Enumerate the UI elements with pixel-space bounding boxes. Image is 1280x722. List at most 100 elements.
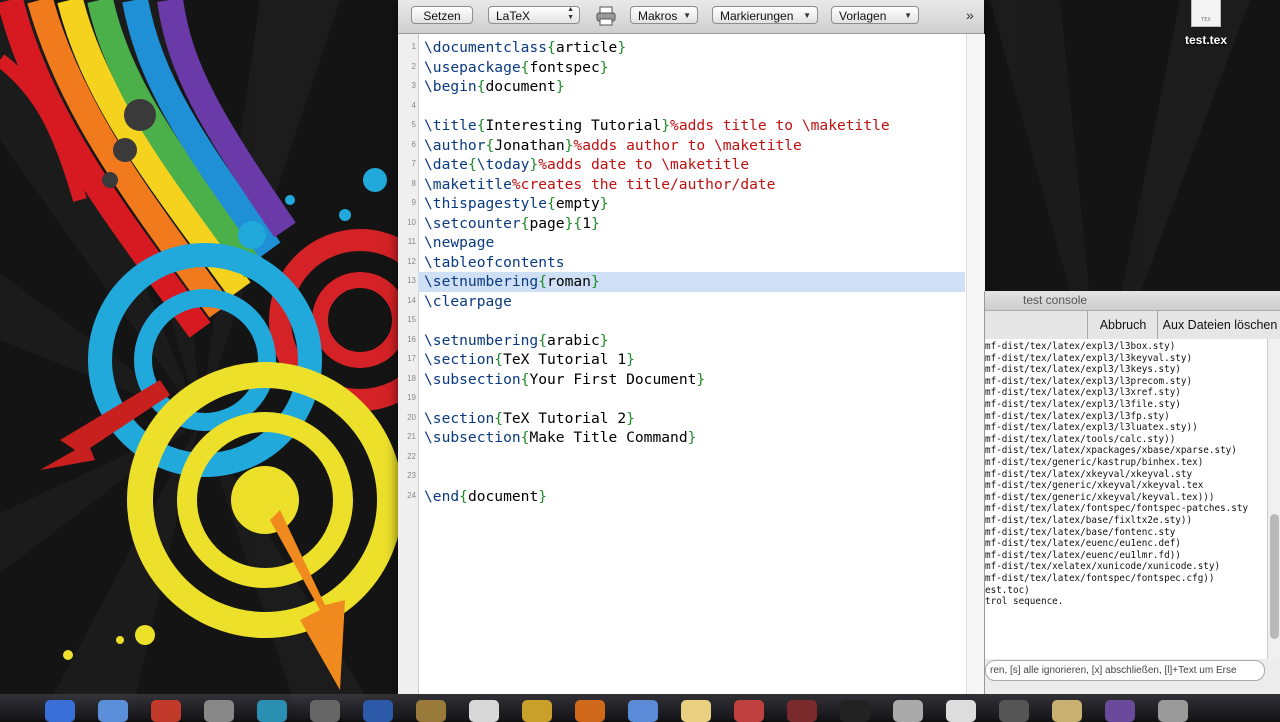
code-line[interactable]: 15 bbox=[407, 311, 965, 331]
code-line[interactable]: 9 \thispagestyle{empty} bbox=[412, 194, 965, 214]
delete-aux-button[interactable]: Aux Dateien löschen bbox=[1157, 311, 1280, 339]
code-line-text: \section{TeX Tutorial 2} bbox=[424, 409, 635, 427]
toolbar-overflow-icon[interactable]: » bbox=[966, 7, 974, 23]
mail-icon[interactable] bbox=[628, 700, 658, 722]
code-line[interactable]: 19 bbox=[407, 389, 965, 409]
code-line[interactable]: 6 \author{Jonathan}%adds author to \maket… bbox=[412, 136, 965, 156]
macros-menu[interactable]: Makros ▼ bbox=[630, 6, 698, 24]
preview-icon[interactable] bbox=[257, 700, 287, 722]
console-input-field[interactable]: ren, [s] alle ignorieren, [x] abschließe… bbox=[985, 660, 1265, 681]
console-scroll-thumb[interactable] bbox=[1270, 514, 1279, 639]
console-log-line: mf-dist/tex/latex/base/fontenc.sty bbox=[985, 526, 1176, 538]
notes-icon[interactable] bbox=[681, 700, 711, 722]
code-line[interactable]: 2 \usepackage{fontspec} bbox=[412, 58, 965, 78]
code-line[interactable]: 22 bbox=[407, 448, 965, 468]
line-number: 13 bbox=[407, 276, 416, 285]
code-editor[interactable]: 1 \documentclass{article} 2 \usepackage{fon… bbox=[407, 34, 966, 694]
console-scrollbar[interactable] bbox=[1267, 339, 1280, 659]
console-titlebar[interactable]: test console bbox=[985, 291, 1280, 311]
code-line-text: \begin{document} bbox=[424, 78, 565, 95]
line-number: 5 bbox=[411, 120, 416, 129]
code-line[interactable]: 3 \begin{document} bbox=[412, 77, 965, 97]
dock-separator-icon[interactable] bbox=[310, 700, 340, 722]
console-log-line: mf-dist/tex/latex/expl3/l3fp.sty) bbox=[985, 410, 1170, 422]
line-number: 17 bbox=[407, 354, 416, 363]
code-line-text: \setnumbering{roman} bbox=[424, 273, 600, 290]
line-number-gutter bbox=[398, 34, 419, 694]
code-line[interactable]: 17 \section{TeX Tutorial 1} bbox=[407, 350, 965, 370]
code-line[interactable]: 5 \title{Interesting Tutorial}%adds title… bbox=[412, 116, 965, 136]
code-line[interactable]: 13 \setnumbering{roman} bbox=[407, 272, 965, 292]
code-line-text: \end{document} bbox=[424, 487, 548, 505]
word-icon[interactable] bbox=[363, 700, 393, 722]
code-line[interactable]: 14 \clearpage bbox=[407, 292, 965, 312]
code-line[interactable]: 11 \newpage bbox=[408, 233, 965, 253]
code-line[interactable]: 24 \end{document} bbox=[407, 487, 965, 507]
code-line[interactable]: 16 \setnumbering{arabic} bbox=[407, 331, 965, 351]
code-line[interactable]: 8 \maketitle%creates the title/author/dat… bbox=[412, 175, 965, 195]
tv-icon[interactable] bbox=[416, 700, 446, 722]
code-line-text: \usepackage{fontspec} bbox=[424, 58, 609, 76]
code-line[interactable]: 10 \setcounter{page}{1} bbox=[407, 214, 965, 234]
typeset-button[interactable]: Setzen bbox=[411, 6, 473, 24]
script-icon[interactable] bbox=[946, 700, 976, 722]
file-badge: TEX bbox=[1201, 17, 1211, 23]
line-number: 8 bbox=[411, 178, 416, 188]
print-icon[interactable] bbox=[595, 5, 617, 27]
console-icon[interactable] bbox=[999, 700, 1029, 722]
terminal-icon[interactable] bbox=[840, 700, 870, 722]
templates-menu[interactable]: Vorlagen ▼ bbox=[831, 6, 919, 24]
tools-icon[interactable] bbox=[893, 700, 923, 722]
system-icon[interactable] bbox=[204, 700, 234, 722]
console-log-line: mf-dist/tex/latex/expl3/l3file.sty) bbox=[985, 399, 1181, 410]
line-number: 3 bbox=[411, 81, 416, 90]
code-line[interactable]: 12 \tableofcontents bbox=[407, 253, 965, 273]
format-select[interactable]: LaTeX ▲ ▼ bbox=[488, 6, 580, 24]
console-log-line: mf-dist/tex/latex/tools/calc.sty)) bbox=[985, 433, 1176, 445]
code-line-text: \section{TeX Tutorial 1} bbox=[424, 351, 635, 368]
line-number: 7 bbox=[411, 159, 416, 168]
console-log-line: mf-dist/tex/latex/expl3/l3xref.sty) bbox=[985, 387, 1181, 399]
console-log-line: mf-dist/tex/latex/expl3/l3box.sty) bbox=[985, 341, 1176, 352]
code-line[interactable]: 21 \subsection{Make Title Command} bbox=[407, 428, 965, 448]
texshop-icon[interactable] bbox=[787, 700, 817, 722]
tex-file-icon: TEX bbox=[1191, 0, 1221, 27]
desktop-file-label: test.tex bbox=[1184, 33, 1228, 47]
safari-icon[interactable] bbox=[151, 700, 181, 722]
abort-button[interactable]: Abbruch bbox=[1087, 311, 1158, 339]
code-line-text: \title{Interesting Tutorial}%adds title … bbox=[424, 117, 890, 134]
archive-icon[interactable] bbox=[1052, 700, 1082, 722]
format-select-value: LaTeX bbox=[496, 9, 531, 23]
finder-icon[interactable] bbox=[45, 700, 75, 722]
code-line[interactable]: 20 \section{TeX Tutorial 2} bbox=[407, 409, 965, 429]
tags-menu[interactable]: Markierungen ▼ bbox=[712, 6, 818, 24]
folder-icon[interactable] bbox=[98, 700, 128, 722]
calendar-icon[interactable] bbox=[522, 700, 552, 722]
macros-menu-label: Makros bbox=[638, 9, 678, 23]
code-line[interactable]: 1 \documentclass{article} bbox=[412, 38, 965, 58]
desktop-file-icon[interactable]: TEX test.tex bbox=[1176, 0, 1236, 47]
code-line[interactable]: 18 \subsection{Your First Document} bbox=[407, 370, 965, 390]
user-icon[interactable] bbox=[1105, 700, 1135, 722]
console-log-line: mf-dist/tex/generic/kastrup/binhex.tex) bbox=[985, 457, 1204, 468]
code-line[interactable]: 4 bbox=[412, 97, 965, 117]
line-number: 10 bbox=[407, 217, 416, 227]
templates-menu-label: Vorlagen bbox=[839, 9, 887, 23]
ical-icon[interactable] bbox=[734, 700, 764, 722]
code-line-text: \tableofcontents bbox=[424, 253, 565, 271]
console-log-line: mf-dist/tex/latex/euenc/eu1enc.def) bbox=[985, 538, 1181, 550]
code-line-text: \setcounter{page}{1} bbox=[424, 214, 600, 232]
app-icon[interactable] bbox=[469, 700, 499, 722]
console-log-line: mf-dist/tex/latex/fontspec/fontspec.cfg)… bbox=[985, 573, 1215, 584]
editor-scrollbar[interactable] bbox=[966, 34, 985, 694]
code-line[interactable]: 23 bbox=[407, 467, 965, 487]
console-log-line: mf-dist/tex/latex/euenc/eu1lmr.fd)) bbox=[985, 549, 1181, 561]
console-log-line: mf-dist/tex/latex/expl3/l3luatex.sty)) bbox=[985, 422, 1198, 434]
code-line-text: \subsection{Make Title Command} bbox=[424, 429, 697, 446]
dropdown-arrow-icon: ▼ bbox=[803, 11, 811, 20]
code-line-text: \date{\today}%adds date to \maketitle bbox=[424, 156, 750, 173]
trash-icon[interactable] bbox=[1158, 700, 1188, 722]
code-line[interactable]: 7 \date{\today}%adds date to \maketitle bbox=[412, 155, 965, 175]
firefox-icon[interactable] bbox=[575, 700, 605, 722]
code-line-text: \subsection{Your First Document} bbox=[424, 370, 706, 388]
